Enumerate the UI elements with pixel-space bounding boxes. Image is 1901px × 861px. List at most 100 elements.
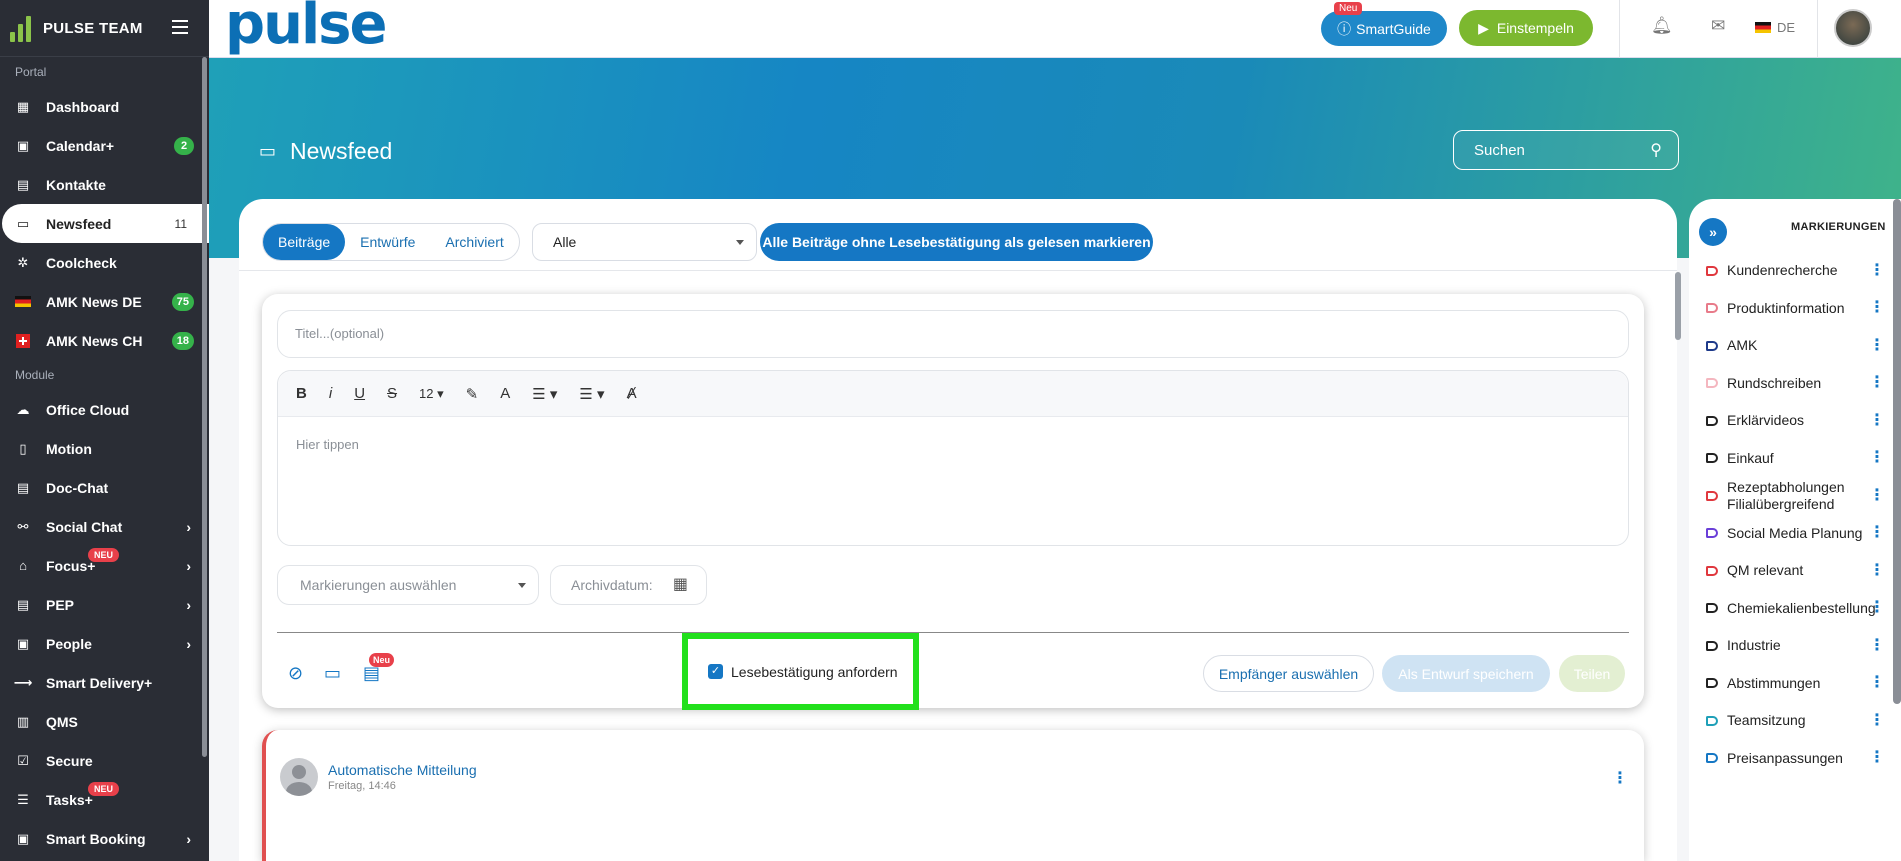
sidebar-item-dashboard[interactable]: ▦ Dashboard bbox=[0, 87, 209, 126]
search-icon[interactable]: ⚲ bbox=[1650, 140, 1662, 160]
badge: 18 bbox=[171, 332, 194, 350]
title-input[interactable]: Titel...(optional) bbox=[277, 310, 1629, 358]
tag-item[interactable]: Abstimmungen ⋮ bbox=[1699, 665, 1889, 703]
feed-scrollbar[interactable] bbox=[1675, 272, 1681, 340]
tag-item[interactable]: Industrie ⋮ bbox=[1699, 627, 1889, 665]
tab-entwuerfe[interactable]: Entwürfe bbox=[345, 224, 430, 260]
filter-select[interactable]: Alle bbox=[532, 223, 757, 261]
sidebar-item-label: People bbox=[46, 635, 92, 652]
paperclip-icon[interactable]: ⊘ bbox=[288, 663, 303, 684]
calendar-icon[interactable]: ▦ bbox=[673, 566, 688, 604]
select-recipients-button[interactable]: Empfänger auswählen bbox=[1203, 655, 1374, 692]
sidebar-item-calendar[interactable]: ▣ Calendar+ 2 bbox=[0, 126, 209, 165]
sidebar-item-secure[interactable]: ☑ Secure bbox=[0, 741, 209, 780]
sidebar-item-social-chat[interactable]: ⚯ Social Chat › bbox=[0, 507, 209, 546]
avatar[interactable] bbox=[1834, 9, 1872, 47]
tag-item[interactable]: Social Media Planung ⋮ bbox=[1699, 515, 1889, 553]
more-options-icon[interactable]: ⋮ bbox=[1869, 299, 1885, 316]
read-receipt-checkbox[interactable]: ✓ Lesebestätigung anfordern bbox=[682, 633, 919, 710]
bullet-list-icon[interactable]: ☰ ▾ bbox=[579, 385, 604, 403]
sidebar-item-amk-news-ch[interactable]: AMK News CH 18 bbox=[0, 321, 209, 360]
highlighter-icon[interactable]: ✎ bbox=[466, 385, 479, 403]
tag-item[interactable]: Rezeptabholungen Filialübergreifend ⋮ bbox=[1699, 477, 1889, 515]
sidebar-item-doc-chat[interactable]: ▤ Doc-Chat bbox=[0, 468, 209, 507]
mail-icon[interactable]: ✉ bbox=[1711, 16, 1725, 36]
menu-toggle-icon[interactable] bbox=[172, 20, 188, 38]
tag-item[interactable]: QM relevant ⋮ bbox=[1699, 552, 1889, 590]
sidebar-item-pep[interactable]: ▤ PEP › bbox=[0, 585, 209, 624]
sidebar-scrollbar[interactable] bbox=[202, 57, 207, 757]
sidebar-item-office-cloud[interactable]: ☁ Office Cloud bbox=[0, 390, 209, 429]
save-draft-button[interactable]: Als Entwurf speichern bbox=[1382, 655, 1550, 692]
tag-item[interactable]: Teamsitzung ⋮ bbox=[1699, 702, 1889, 740]
newsfeed-icon: ▭ bbox=[259, 141, 277, 161]
tag-item[interactable]: Produktinformation ⋮ bbox=[1699, 290, 1889, 328]
more-options-icon[interactable]: ⋮ bbox=[1869, 637, 1885, 654]
ordered-list-icon[interactable]: ☰ ▾ bbox=[532, 385, 557, 403]
more-options-icon[interactable]: ⋮ bbox=[1869, 562, 1885, 579]
strikethrough-icon[interactable]: S bbox=[387, 385, 397, 402]
checkbox-checked-icon[interactable]: ✓ bbox=[708, 664, 723, 679]
sidebar-item-coolcheck[interactable]: ✲ Coolcheck bbox=[0, 243, 209, 282]
tab-archiviert[interactable]: Archiviert bbox=[430, 224, 518, 260]
bold-icon[interactable]: B bbox=[296, 385, 307, 402]
sidebar-item-smart-booking[interactable]: ▣ Smart Booking › bbox=[0, 819, 209, 858]
more-options-icon[interactable]: ⋮ bbox=[1869, 712, 1885, 729]
sidebar-item-qms[interactable]: ▥ QMS bbox=[0, 702, 209, 741]
sidebar-item-label: Social Chat bbox=[46, 518, 123, 535]
folder-icon[interactable]: ▭ bbox=[324, 663, 341, 684]
italic-icon[interactable]: i bbox=[329, 385, 332, 402]
sidebar-item-motion[interactable]: ▯ Motion bbox=[0, 429, 209, 468]
more-options-icon[interactable]: ⋮ bbox=[1869, 487, 1885, 504]
more-options-icon[interactable]: ⋮ bbox=[1869, 337, 1885, 354]
pulse-logo[interactable]: pulse bbox=[225, 0, 387, 57]
sidebar-item-tasks[interactable]: ☰ Tasks+ NEU bbox=[0, 780, 209, 819]
clear-format-icon[interactable]: Ⱥ bbox=[627, 385, 637, 402]
more-options-icon[interactable]: ⋮ bbox=[1869, 449, 1885, 466]
tags-select[interactable]: Markierungen auswählen bbox=[277, 565, 539, 605]
text-color-icon[interactable]: A bbox=[500, 385, 510, 402]
tab-beitraege[interactable]: Beiträge bbox=[263, 224, 346, 260]
post-author[interactable]: Automatische Mitteilung bbox=[328, 762, 477, 778]
tag-item[interactable]: Rundschreiben ⋮ bbox=[1699, 365, 1889, 403]
sidebar-item-smart-delivery[interactable]: ⟶ Smart Delivery+ bbox=[0, 663, 209, 702]
sidebar-item-people[interactable]: ▣ People › bbox=[0, 624, 209, 663]
more-options-icon[interactable]: ⋮ bbox=[1869, 749, 1885, 766]
more-options-icon[interactable]: ⋮ bbox=[1612, 768, 1628, 788]
tag-item[interactable]: Erklärvideos ⋮ bbox=[1699, 402, 1889, 440]
search-input[interactable]: Suchen ⚲ bbox=[1453, 130, 1679, 170]
sidebar-item-newsfeed[interactable]: ▭ Newsfeed 11 bbox=[2, 204, 209, 243]
share-button[interactable]: Teilen bbox=[1559, 655, 1625, 692]
sidebar-item-kontakte[interactable]: ▤ Kontakte bbox=[0, 165, 209, 204]
tag-item[interactable]: AMK ⋮ bbox=[1699, 327, 1889, 365]
more-options-icon[interactable]: ⋮ bbox=[1869, 262, 1885, 279]
snowflake-icon: ✲ bbox=[17, 254, 29, 270]
divider bbox=[277, 632, 1629, 633]
tag-item[interactable]: Kundenrecherche ⋮ bbox=[1699, 252, 1889, 290]
archive-date-field[interactable]: Archivdatum: ▦ bbox=[550, 565, 707, 605]
bell-icon[interactable]: 🔔︎ bbox=[1651, 16, 1673, 36]
language-selector[interactable]: DE bbox=[1755, 20, 1795, 35]
tag-icon bbox=[1706, 453, 1718, 464]
sidebar-item-amk-news-de[interactable]: AMK News DE 75 bbox=[0, 282, 209, 321]
editor-body[interactable]: Hier tippen bbox=[278, 417, 1628, 472]
clock-in-button[interactable]: ▶ Einstempeln bbox=[1459, 10, 1593, 46]
tag-item[interactable]: Einkauf ⋮ bbox=[1699, 440, 1889, 478]
font-size-select[interactable]: 12 ▾ bbox=[419, 386, 444, 402]
collapse-panel-icon[interactable]: » bbox=[1699, 218, 1727, 246]
more-options-icon[interactable]: ⋮ bbox=[1869, 674, 1885, 691]
more-options-icon[interactable]: ⋮ bbox=[1869, 374, 1885, 391]
sidebar-item-focus[interactable]: ⌂ Focus+ NEU › bbox=[0, 546, 209, 585]
more-options-icon[interactable]: ⋮ bbox=[1869, 412, 1885, 429]
tag-item[interactable]: Preisanpassungen ⋮ bbox=[1699, 740, 1889, 778]
caret-down-icon bbox=[736, 240, 744, 245]
chevron-right-icon: › bbox=[186, 830, 191, 847]
more-options-icon[interactable]: ⋮ bbox=[1869, 524, 1885, 541]
more-options-icon[interactable]: ⋮ bbox=[1869, 599, 1885, 616]
smartguide-button[interactable]: ⓘ SmartGuide bbox=[1321, 11, 1447, 46]
underline-icon[interactable]: U bbox=[354, 385, 365, 402]
tag-icon bbox=[1706, 415, 1718, 426]
tags-scrollbar[interactable] bbox=[1893, 199, 1901, 704]
tag-item[interactable]: Chemiekalienbestellung ⋮ bbox=[1699, 590, 1889, 628]
mark-all-read-button[interactable]: Alle Beiträge ohne Lesebestätigung als g… bbox=[760, 223, 1153, 261]
